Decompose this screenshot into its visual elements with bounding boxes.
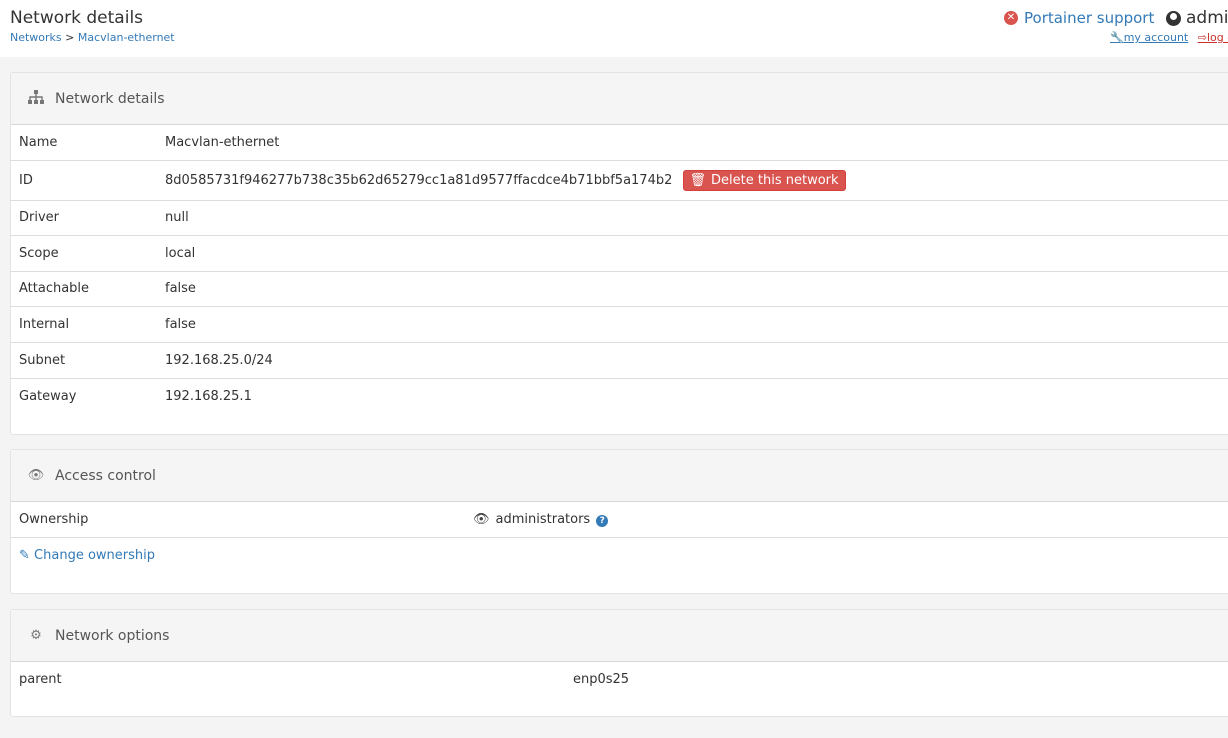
delete-network-label: Delete this network [711,172,839,188]
support-label: Portainer support [1024,9,1155,27]
access-control-title: Access control [55,467,156,484]
delete-network-button[interactable]: 🗑 Delete this network [682,169,846,191]
network-options-table: parent enp0s25 [11,662,1228,696]
trash-icon: 🗑 [689,172,707,188]
change-ownership-label: Change ownership [34,547,155,563]
sign-out-icon: ⇨ [1197,31,1207,44]
table-row: ✎ Change ownership [11,537,1228,573]
network-name-value: Macvlan-ethernet [157,125,1228,161]
row-label: Subnet [11,342,157,379]
internal-value: false [157,306,1228,343]
table-row: Subnet 192.168.25.0/24 [11,342,1228,379]
edit-icon: ✎ [19,547,30,563]
cogs-icon: ⚙ [30,628,42,643]
ownership-value: administrators [495,511,591,527]
scope-value: local [157,235,1228,272]
support-icon: ✕ [1004,11,1018,25]
change-ownership-cell: ✎ Change ownership [11,537,1228,573]
table-row: Ownership 👁 administrators? [11,502,1228,538]
option-key: parent [19,671,62,687]
table-row: Attachable false [11,271,1228,307]
row-label: Gateway [19,388,77,404]
ownership-cell: 👁 administrators? [465,502,1228,538]
row-label: Name [11,125,157,161]
network-options-panel: ⚙ Network options parent enp0s25 [10,609,1228,717]
table-row: Name Macvlan-ethernet [11,125,1228,161]
user-avatar-icon [1166,10,1181,26]
option-value: enp0s25 [573,671,630,687]
page-title: Network details [10,8,144,28]
access-control-panel: 👁 Access control Ownership 👁 administrato… [10,449,1228,594]
portainer-support-link[interactable]: ✕ Portainer support [1004,9,1154,27]
table-row: Scope local [11,235,1228,272]
gateway-value: 192.168.25.1 [165,388,252,404]
network-id-value: 8d0585731f946277b738c35b62d65279cc1a81d9… [165,172,673,188]
table-row: Gateway 192.168.25.1 [11,378,1228,414]
eye-icon: 👁 [27,468,45,483]
network-options-header: ⚙ Network options [11,610,1228,662]
network-id-cell: 8d0585731f946277b738c35b62d65279cc1a81d9… [157,160,1228,201]
access-control-header: 👁 Access control [11,450,1228,502]
top-bar: Network details Networks > Macvlan-ether… [0,0,1228,57]
table-row: Internal false [11,306,1228,343]
network-details-panel: Network details Name Macvlan-ethernet ID… [10,72,1228,435]
logout-label: log o [1206,31,1228,44]
breadcrumb: Networks > Macvlan-ethernet [10,31,175,44]
row-label: Internal [11,306,157,343]
logout-link[interactable]: ⇨log o [1198,31,1228,44]
wrench-icon: 🔧 [1110,31,1124,44]
network-options-title: Network options [55,627,170,644]
breadcrumb-current-link[interactable]: Macvlan-ethernet [78,31,175,44]
row-label: Scope [11,235,157,272]
driver-value: null [157,200,1228,236]
row-label: Driver [11,200,157,236]
question-circle-icon[interactable]: ? [596,514,609,527]
table-row: parent enp0s25 [11,662,1228,696]
breadcrumb-networks-link[interactable]: Networks [10,31,62,44]
attachable-value: false [157,271,1228,307]
network-details-title: Network details [55,90,165,107]
table-row: Driver null [11,200,1228,236]
row-label: Attachable [11,271,157,307]
my-account-link[interactable]: 🔧my account [1110,31,1188,44]
access-control-table: Ownership 👁 administrators? ✎ Change owne… [11,502,1228,573]
network-details-header: Network details [11,73,1228,125]
ownership-label: Ownership [11,502,465,538]
my-account-label: my account [1123,31,1189,44]
row-label: ID [11,160,157,201]
change-ownership-link[interactable]: ✎ Change ownership [19,548,155,563]
username: admi [1186,8,1228,28]
table-row: ID 8d0585731f946277b738c35b62d65279cc1a8… [11,160,1228,201]
subnet-value: 192.168.25.0/24 [157,342,1228,379]
breadcrumb-separator: > [65,31,75,44]
sitemap-icon [27,89,45,108]
eye-icon: 👁 [473,511,490,527]
network-details-table: Name Macvlan-ethernet ID 8d0585731f94627… [11,125,1228,414]
user-menu: admi [1166,8,1228,28]
account-links: 🔧my account ⇨log o [1110,31,1228,44]
